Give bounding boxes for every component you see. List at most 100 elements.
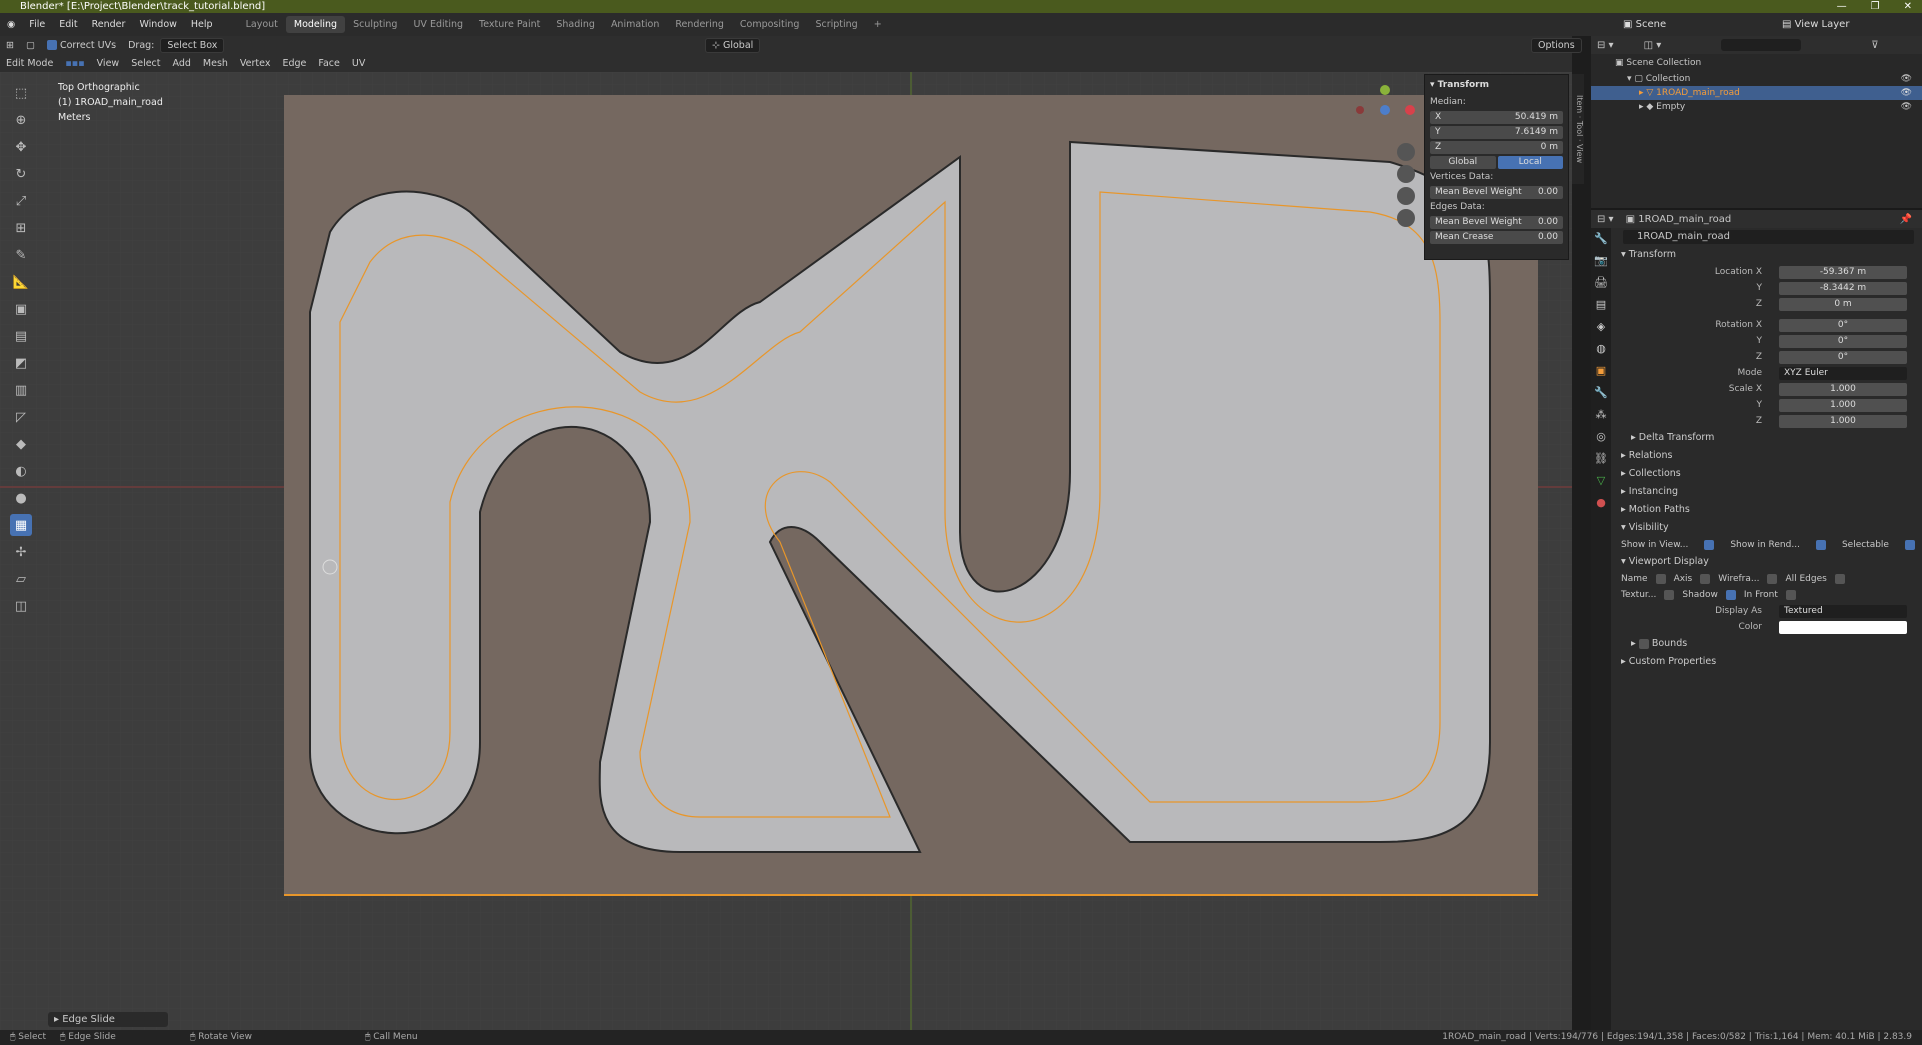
menu-help[interactable]: Help	[184, 19, 220, 30]
visibility-eye-icon[interactable]: 👁	[1901, 88, 1912, 98]
selectable-checkbox[interactable]	[1904, 540, 1915, 550]
world-tab-icon[interactable]: ◍	[1591, 338, 1611, 360]
menu-vertex[interactable]: Vertex	[234, 56, 277, 71]
tab-item[interactable]: Item	[1575, 95, 1584, 113]
in-front-checkbox[interactable]	[1785, 590, 1796, 600]
select-box-dropdown[interactable]: Select Box	[160, 37, 225, 53]
scale-y-field[interactable]: 1.000	[1779, 398, 1907, 412]
spin-tool-icon[interactable]: ◐	[10, 460, 32, 482]
show-in-renders-checkbox[interactable]	[1815, 540, 1826, 550]
scale-x-field[interactable]: 1.000	[1779, 382, 1907, 396]
rip-tool-icon[interactable]: ◫	[10, 595, 32, 617]
zoom-icon[interactable]	[1397, 143, 1415, 161]
object-tab-icon[interactable]: ▣	[1591, 360, 1611, 382]
all-edges-checkbox[interactable]	[1834, 574, 1845, 584]
ortho-grid-icon[interactable]	[1397, 209, 1415, 227]
scale-tool-icon[interactable]: ⤢	[10, 190, 32, 212]
outliner-editor-icon[interactable]: ⊟ ▾	[1597, 40, 1614, 51]
pan-hand-icon[interactable]	[1397, 165, 1415, 183]
shadow-checkbox[interactable]	[1725, 590, 1736, 600]
delta-transform-section[interactable]: ▸ Delta Transform	[1611, 429, 1922, 447]
texture-space-checkbox[interactable]	[1664, 590, 1675, 600]
median-y-field[interactable]: Y 7.6149 m	[1430, 125, 1563, 139]
properties-editor-icon[interactable]: ⊟ ▾	[1597, 214, 1614, 225]
relations-section[interactable]: ▸ Relations	[1611, 447, 1922, 465]
maximize-icon[interactable]: ❐	[1871, 0, 1880, 13]
collections-section[interactable]: ▸ Collections	[1611, 465, 1922, 483]
menu-file[interactable]: File	[22, 19, 52, 30]
menu-add[interactable]: Add	[167, 56, 197, 71]
outliner-object-road[interactable]: ▸ ▽ 1ROAD_main_road 👁	[1591, 86, 1922, 100]
tab-scripting[interactable]: Scripting	[807, 16, 865, 33]
menu-uv[interactable]: UV	[346, 56, 371, 71]
loop-cut-tool-icon[interactable]: ▥	[10, 379, 32, 401]
vertex-select-icon[interactable]: ▪▪▪	[59, 56, 90, 71]
tab-layout[interactable]: Layout	[238, 16, 286, 33]
filter-icon[interactable]: ⊽	[1871, 40, 1878, 51]
menu-view[interactable]: View	[91, 56, 126, 71]
tab-rendering[interactable]: Rendering	[667, 16, 732, 33]
annotate-tool-icon[interactable]: ✎	[10, 244, 32, 266]
tab-modeling[interactable]: Modeling	[285, 16, 346, 33]
median-x-field[interactable]: X 50.419 m	[1430, 110, 1563, 124]
select-box-tool-icon[interactable]: ⬚	[10, 82, 32, 104]
display-as-dropdown[interactable]: Textured	[1779, 604, 1907, 618]
menu-render[interactable]: Render	[85, 19, 133, 30]
move-tool-icon[interactable]: ✥	[10, 136, 32, 158]
transform-panel-title[interactable]: ▾ Transform	[1425, 75, 1568, 95]
tool-tab-icon[interactable]: 🔧	[1591, 228, 1611, 250]
correct-uvs-checkbox[interactable]: Correct UVs	[41, 38, 122, 53]
bevel-tool-icon[interactable]: ◩	[10, 352, 32, 374]
name-checkbox[interactable]	[1655, 574, 1666, 584]
menu-face[interactable]: Face	[312, 56, 345, 71]
tab-sculpting[interactable]: Sculpting	[345, 16, 405, 33]
visibility-eye-icon[interactable]: 👁	[1901, 102, 1912, 112]
outliner-object-empty[interactable]: ▸ ◆ Empty 👁	[1591, 100, 1922, 114]
visibility-section[interactable]: ▾ Visibility	[1611, 519, 1922, 537]
rotate-tool-icon[interactable]: ↻	[10, 163, 32, 185]
data-tab-icon[interactable]: ▽	[1591, 470, 1611, 492]
scene-selector[interactable]: ▣ Scene	[1623, 19, 1666, 30]
render-tab-icon[interactable]: 📷	[1591, 250, 1611, 272]
transform-section[interactable]: ▾ Transform	[1611, 246, 1922, 264]
menu-edit[interactable]: Edit	[52, 19, 84, 30]
menu-select[interactable]: Select	[125, 56, 166, 71]
motion-paths-section[interactable]: ▸ Motion Paths	[1611, 501, 1922, 519]
visibility-eye-icon[interactable]: 👁	[1901, 74, 1912, 84]
options-dropdown[interactable]: Options	[1531, 37, 1582, 53]
median-z-field[interactable]: Z0 m	[1430, 140, 1563, 154]
edge-slide-tool-icon[interactable]: ▦	[10, 514, 32, 536]
knife-tool-icon[interactable]: ◸	[10, 406, 32, 428]
location-x-field[interactable]: -59.367 m	[1779, 265, 1907, 279]
transform-tool-icon[interactable]: ⊞	[10, 217, 32, 239]
location-z-field[interactable]: 0 m	[1779, 297, 1907, 311]
viewport-canvas[interactable]	[0, 72, 1572, 1030]
menu-edge[interactable]: Edge	[276, 56, 312, 71]
blender-logo-icon[interactable]: ◉	[0, 19, 22, 30]
menu-mesh[interactable]: Mesh	[197, 56, 234, 71]
viewport-display-section[interactable]: ▾ Viewport Display	[1611, 553, 1922, 571]
material-tab-icon[interactable]: ●	[1591, 492, 1611, 514]
rotation-y-field[interactable]: 0°	[1779, 334, 1907, 348]
custom-properties-section[interactable]: ▸ Custom Properties	[1611, 653, 1922, 671]
scene-collection-row[interactable]: ▣ Scene Collection	[1591, 54, 1922, 72]
gizmo-x-axis-icon[interactable]	[1405, 105, 1415, 115]
tab-texture-paint[interactable]: Texture Paint	[471, 16, 548, 33]
last-operator-panel[interactable]: ▸ Edge Slide	[48, 1012, 168, 1027]
tab-uv-editing[interactable]: UV Editing	[405, 16, 471, 33]
object-name-field[interactable]: 1ROAD_main_road	[1623, 230, 1914, 244]
minimize-icon[interactable]: —	[1837, 0, 1847, 13]
wireframe-checkbox[interactable]	[1767, 574, 1778, 584]
pin-icon[interactable]: 📌	[1900, 214, 1912, 225]
rotation-mode-dropdown[interactable]: XYZ Euler	[1779, 366, 1907, 380]
close-icon[interactable]: ✕	[1904, 0, 1912, 13]
shear-tool-icon[interactable]: ▱	[10, 568, 32, 590]
edit-mode-dropdown[interactable]: Edit Mode	[0, 56, 59, 71]
smooth-tool-icon[interactable]: ●	[10, 487, 32, 509]
outliner[interactable]: ⊟ ▾ ◫ ▾ ⊽ ▣ Scene Collection ▾ ▢ Collect…	[1591, 36, 1922, 208]
gizmo-neg-x-icon[interactable]	[1356, 106, 1364, 114]
bounds-section[interactable]: ▸ Bounds	[1611, 635, 1922, 653]
mean-crease-field[interactable]: Mean Crease 0.00	[1430, 230, 1563, 244]
local-toggle[interactable]: Local	[1497, 155, 1563, 169]
location-y-field[interactable]: -8.3442 m	[1779, 281, 1907, 295]
